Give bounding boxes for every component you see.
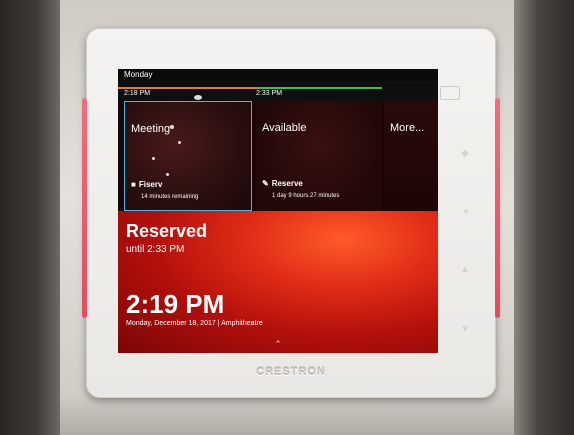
timeline-time-start: 2:18 PM (124, 90, 151, 97)
slot-organizer: ■ Fiserv (131, 180, 162, 189)
light-reflection (194, 95, 202, 100)
person-icon: ■ (131, 180, 136, 189)
timeline-booked-line (118, 87, 258, 89)
panel-indicator (440, 86, 460, 100)
room-status-panel: Reserved until 2:33 PM 2:19 PM Monday, D… (118, 211, 438, 353)
meeting-slot[interactable]: Meeting ■ Fiserv 14 minutes remaining (124, 101, 252, 211)
timeline[interactable]: 2:18 PM 2:33 PM (118, 81, 438, 101)
brand-logo: CRESTRON (256, 366, 326, 378)
hw-button-up-icon[interactable]: ▲ (458, 264, 472, 276)
wall-shadow (60, 395, 514, 435)
light-reflection (170, 125, 174, 129)
chevron-up-icon[interactable]: ⌃ (268, 340, 288, 349)
panel-screen: Monday 2:18 PM 2:33 PM Meeting ■ Fiserv 1… (118, 69, 438, 353)
right-accent-light (495, 98, 500, 318)
status-title: Reserved (126, 221, 208, 241)
slot-title: Available (262, 122, 307, 134)
left-accent-light (82, 98, 87, 318)
light-reflection (178, 141, 181, 144)
date-room: Monday, December 18, 2017 | Amphitheatre (126, 320, 263, 327)
slot-detail: 1 day 9 hours 27 minutes (272, 193, 340, 199)
organizer-name: Fiserv (138, 180, 163, 189)
slot-title: Meeting (131, 123, 171, 135)
timeline-time-next: 2:33 PM (256, 90, 283, 97)
day-label: Monday (118, 69, 438, 81)
current-time: 2:19 PM (126, 289, 225, 319)
light-reflection (166, 173, 169, 176)
slot-detail: 14 minutes remaining (141, 194, 199, 200)
hw-button-1-icon[interactable]: ◆ (458, 148, 472, 160)
photo-left-edge (0, 0, 60, 435)
reserve-button[interactable]: ✎ Reserve (262, 179, 303, 188)
hw-button-back-icon[interactable]: ◂ (458, 206, 472, 218)
status-until: until 2:33 PM (126, 244, 185, 255)
hw-button-down-icon[interactable]: ▼ (458, 324, 472, 336)
light-reflection (152, 157, 155, 160)
available-slot[interactable]: Available ✎ Reserve 1 day 9 hours 27 minu… (256, 101, 382, 211)
pencil-icon: ✎ (262, 179, 269, 188)
more-slot[interactable]: More... (384, 101, 438, 211)
reserve-label: Reserve (271, 179, 303, 188)
photo-right-edge (514, 0, 574, 435)
more-label: More... (390, 122, 425, 134)
